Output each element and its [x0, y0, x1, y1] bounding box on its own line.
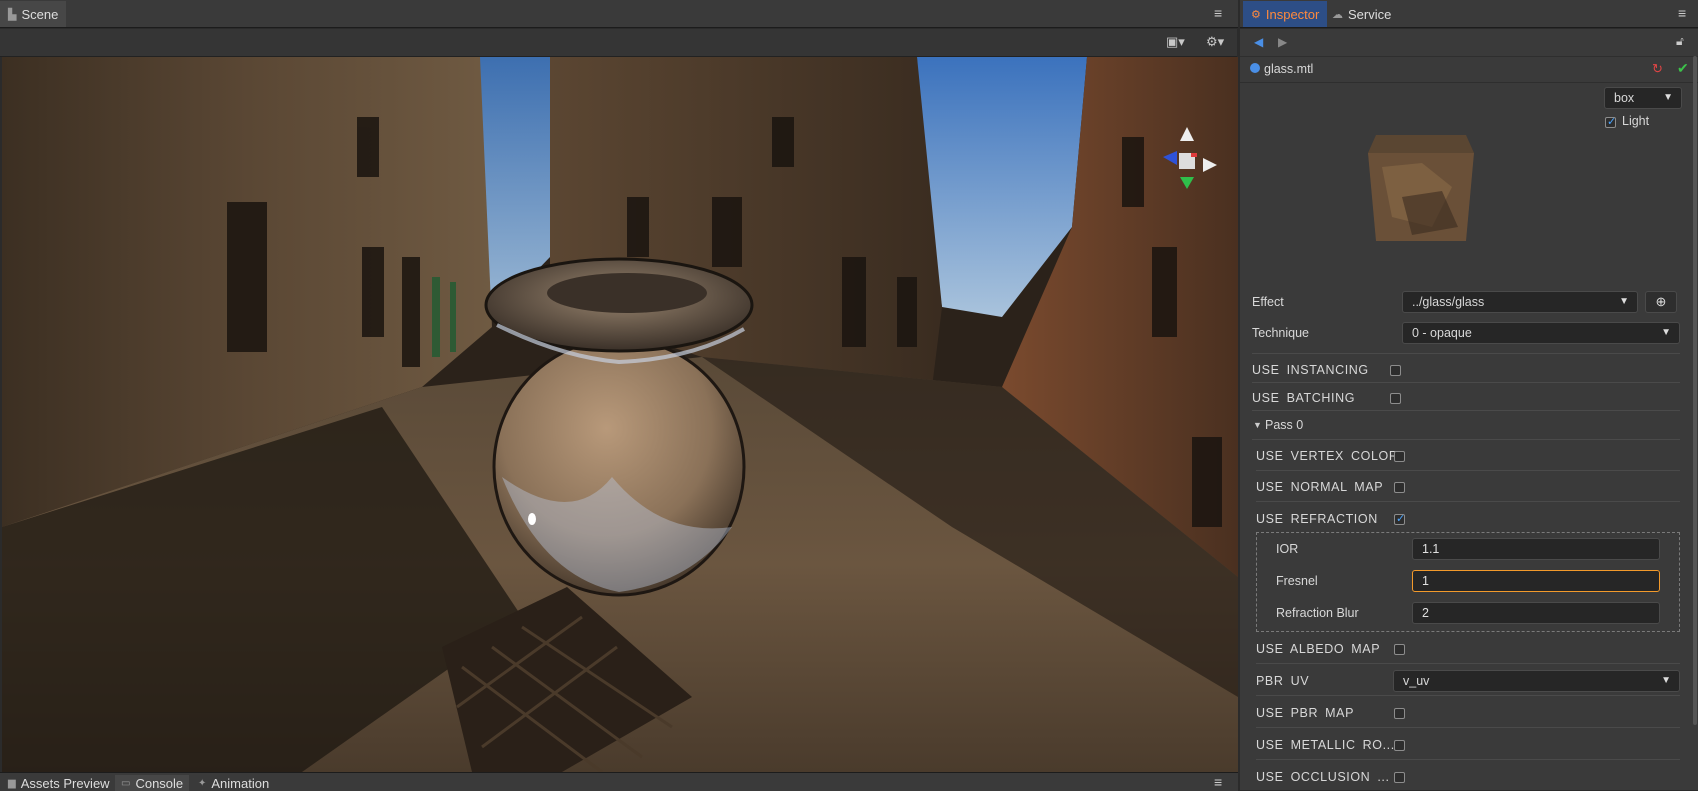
technique-value: 0 - opaque: [1412, 326, 1472, 340]
console-icon: ▭: [121, 777, 131, 789]
scene-menu-icon[interactable]: ≡: [1214, 5, 1222, 21]
tab-assets-preview[interactable]: ▆ Assets Preview: [2, 775, 116, 791]
gear-icon: ⚙: [1251, 8, 1261, 21]
scene-icon: ▙: [8, 8, 17, 21]
preview-shape-select[interactable]: box ▼: [1604, 87, 1682, 109]
pbr-uv-value: v_uv: [1403, 674, 1430, 688]
tab-console[interactable]: ▭ Console: [115, 775, 190, 791]
tab-animation-label: Animation: [211, 775, 270, 791]
tab-scene[interactable]: ▙ Scene: [0, 1, 67, 27]
divider: [1252, 410, 1680, 411]
fresnel-input[interactable]: 1: [1412, 570, 1660, 592]
use-metallic-roughness-checkbox[interactable]: [1394, 740, 1405, 751]
refraction-blur-input[interactable]: 2: [1412, 602, 1660, 624]
chevron-down-icon: ▼: [1661, 675, 1671, 686]
file-row: glass.mtl ↻ ✔: [1240, 56, 1698, 83]
scene-render: [2, 57, 1238, 772]
technique-label: Technique: [1252, 326, 1309, 340]
use-batching-checkbox[interactable]: [1390, 393, 1401, 404]
use-refraction-label: USE REFRACTION: [1256, 512, 1378, 526]
divider: [1256, 501, 1680, 502]
divider: [1256, 695, 1680, 696]
folder-icon: ▆: [8, 777, 16, 789]
pbr-uv-select[interactable]: v_uv ▼: [1393, 670, 1680, 692]
crosshair-icon: ⊕: [1655, 294, 1667, 309]
material-icon: [1250, 63, 1260, 73]
gear-icon[interactable]: ⚙▾: [1206, 34, 1224, 50]
effect-value: ../glass/glass: [1412, 295, 1485, 309]
use-pbr-map-label: USE PBR MAP: [1256, 706, 1355, 720]
technique-select[interactable]: 0 - opaque ▼: [1402, 322, 1680, 344]
inspector-tabbar: ⚙ Inspector ☁ Service ≡: [1240, 0, 1698, 28]
tab-assets-preview-label: Assets Preview: [20, 775, 110, 791]
forward-arrow-icon[interactable]: ▶: [1278, 35, 1287, 49]
preview-box: [1368, 135, 1474, 241]
use-refraction-checkbox[interactable]: [1394, 512, 1405, 525]
use-albedo-map-checkbox[interactable]: [1394, 644, 1405, 655]
bottom-menu-icon[interactable]: ≡: [1214, 774, 1222, 790]
pass-label[interactable]: Pass 0: [1265, 418, 1303, 432]
use-vertex-color-label: USE VERTEX COLOR: [1256, 449, 1399, 463]
use-instancing-label: USE INSTANCING: [1252, 363, 1369, 377]
tab-service[interactable]: ☁ Service: [1324, 1, 1399, 27]
divider: [1252, 439, 1680, 440]
inspector-scrollbar[interactable]: [1693, 56, 1697, 725]
inspector-panel: ◀ ▶ 🔓︎ glass.mtl ↻ ✔ box ▼ Light Effect …: [1240, 29, 1698, 790]
cloud-icon: ☁: [1332, 8, 1343, 21]
inspector-menu-icon[interactable]: ≡: [1678, 5, 1686, 21]
bottom-tabbar: ▆ Assets Preview ▭ Console ✦ Animation ≡: [0, 772, 1238, 791]
tab-inspector-label: Inspector: [1265, 6, 1320, 22]
camera-icon[interactable]: ▣▾: [1166, 34, 1185, 50]
use-normal-map-label: USE NORMAL MAP: [1256, 480, 1384, 494]
divider: [1256, 759, 1680, 760]
refraction-blur-label: Refraction Blur: [1276, 606, 1359, 620]
divider: [1256, 470, 1680, 471]
light-label: Light: [1622, 114, 1650, 128]
tab-scene-label: Scene: [21, 6, 59, 22]
use-vertex-color-checkbox[interactable]: [1394, 451, 1405, 462]
tab-inspector[interactable]: ⚙ Inspector: [1243, 1, 1328, 27]
preview-shape-value: box: [1614, 91, 1635, 105]
divider: [1256, 727, 1680, 728]
chevron-down-icon: ▼: [1619, 296, 1629, 307]
ior-input[interactable]: 1.1: [1412, 538, 1660, 560]
file-name: glass.mtl: [1264, 62, 1314, 76]
use-pbr-map-checkbox[interactable]: [1394, 708, 1405, 719]
fresnel-label: Fresnel: [1276, 574, 1318, 588]
divider: [1252, 382, 1680, 383]
back-arrow-icon[interactable]: ◀: [1254, 35, 1263, 49]
scene-viewport[interactable]: [2, 57, 1238, 772]
use-metallic-roughness-label: USE METALLIC RO...: [1256, 738, 1395, 752]
use-normal-map-checkbox[interactable]: [1394, 482, 1405, 493]
divider: [1252, 353, 1680, 354]
use-occlusion-label: USE OCCLUSION ...: [1256, 770, 1390, 784]
inspector-nav-row: ◀ ▶ 🔓︎: [1240, 29, 1698, 57]
revert-icon[interactable]: ↻: [1652, 61, 1663, 77]
effect-label: Effect: [1252, 295, 1284, 309]
pbr-uv-label: PBR UV: [1256, 674, 1310, 688]
scene-toolbar: ▣▾ ⚙▾: [0, 29, 1237, 57]
use-batching-label: USE BATCHING: [1252, 391, 1356, 405]
tab-animation[interactable]: ✦ Animation: [192, 775, 275, 791]
animation-icon: ✦: [198, 777, 207, 789]
light-checkbox[interactable]: [1605, 115, 1616, 128]
tab-service-label: Service: [1348, 6, 1392, 22]
use-occlusion-checkbox[interactable]: [1394, 772, 1405, 783]
lock-icon[interactable]: 🔓︎: [1676, 34, 1684, 49]
locate-button[interactable]: ⊕: [1645, 291, 1677, 313]
tab-console-label: Console: [135, 775, 184, 791]
use-instancing-checkbox[interactable]: [1390, 365, 1401, 376]
chevron-down-icon: ▼: [1661, 327, 1671, 338]
ior-label: IOR: [1276, 542, 1299, 556]
scene-tabbar: ▙ Scene ≡: [0, 0, 1238, 28]
chevron-down-icon: ▼: [1663, 92, 1673, 103]
divider: [1256, 663, 1680, 664]
apply-check-icon[interactable]: ✔: [1677, 60, 1689, 77]
use-albedo-map-label: USE ALBEDO MAP: [1256, 642, 1381, 656]
caret-down-icon[interactable]: ▼: [1253, 420, 1262, 430]
effect-select[interactable]: ../glass/glass ▼: [1402, 291, 1638, 313]
